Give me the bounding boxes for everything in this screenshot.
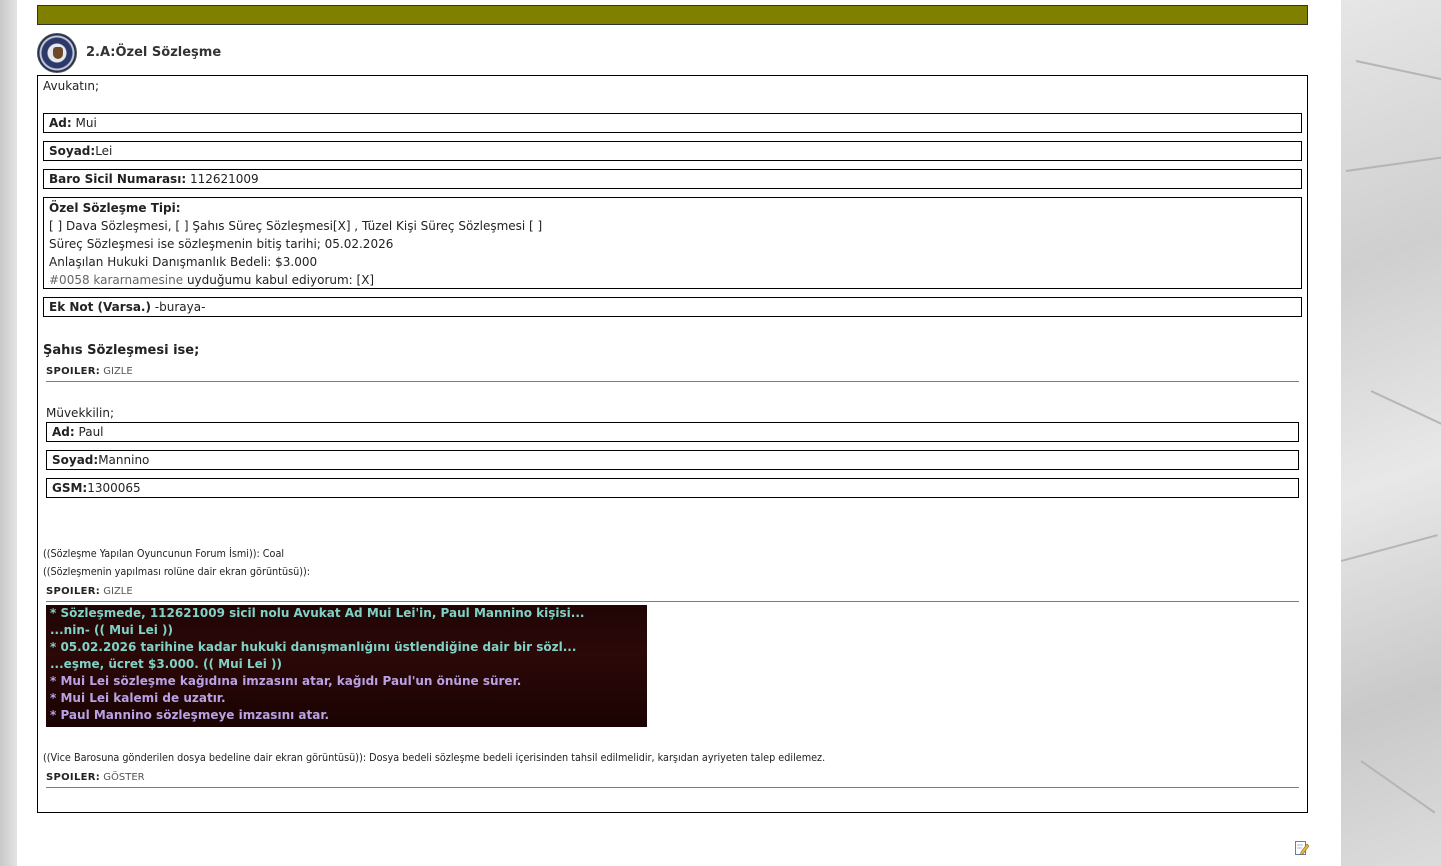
decree-acceptance-text: uyduğumu kabul ediyorum: [X]: [183, 273, 375, 287]
client-gsm-value: 1300065: [87, 481, 141, 495]
client-gsm-field: GSM:1300065: [46, 478, 1299, 498]
client-name-value: Paul: [78, 425, 104, 439]
page-background-left: [0, 0, 17, 866]
client-surname-label: Soyad:: [52, 453, 99, 467]
contract-fee: Anlaşılan Hukuki Danışmanlık Bedeli: $3.…: [49, 255, 318, 269]
chat-line: * Mui Lei sözleşme kağıdına imzasını ata…: [50, 674, 522, 688]
client-section-label: Müvekkilin;: [46, 406, 114, 420]
chat-line: ...eşme, ücret $3.000. (( Mui Lei )): [50, 657, 282, 671]
decree-link[interactable]: #0058 kararnamesine: [49, 273, 183, 287]
forum-post-page: 2.A:Özel Sözleşme Avukatın; Ad: Mui Soya…: [17, 0, 1341, 866]
spoiler-fee[interactable]: SPOILER: GÖSTER: [46, 771, 1299, 788]
contract-end-date: Süreç Sözleşmesi ise sözleşmenin bitiş t…: [49, 237, 394, 251]
fee-screenshot-line: ((Vice Barosuna gönderilen dosya bedelin…: [43, 752, 826, 764]
lawyer-surname-value: Lei: [95, 144, 113, 158]
contract-form-container: Avukatın; Ad: Mui Soyad:Lei Baro Sicil N…: [37, 75, 1308, 813]
personal-contract-heading: Şahıs Sözleşmesi ise;: [43, 343, 200, 358]
spoiler-roleplay[interactable]: SPOILER: GIZLE: [46, 585, 1299, 602]
spoiler-roleplay-key: SPOILER:: [46, 586, 101, 597]
forum-name-line: ((Sözleşme Yapılan Oyuncunun Forum İsmi)…: [43, 548, 285, 560]
extra-note-field: Ek Not (Varsa.) -buraya-: [43, 297, 1302, 317]
chat-line: ...nin- (( Mui Lei )): [50, 623, 173, 637]
post-title: 2.A:Özel Sözleşme: [86, 45, 222, 60]
bar-number-label: Baro Sicil Numarası:: [49, 172, 187, 186]
lawyer-name-value: Mui: [75, 116, 97, 130]
post-header-bar: [37, 5, 1308, 25]
chat-line: * Sözleşmede, 112621009 sicil nolu Avuka…: [50, 606, 585, 620]
spoiler-fee-key: SPOILER:: [46, 772, 101, 783]
roleplay-chat-screenshot: * Sözleşmede, 112621009 sicil nolu Avuka…: [46, 605, 647, 727]
contract-type-options: [ ] Dava Sözleşmesi, [ ] Şahıs Süreç Söz…: [49, 219, 543, 233]
spoiler-client-toggle[interactable]: GIZLE: [103, 366, 132, 377]
spoiler-roleplay-toggle[interactable]: GIZLE: [103, 586, 132, 597]
chat-line: * 05.02.2026 tarihine kadar hukuki danış…: [50, 640, 577, 654]
roleplay-screenshot-label: ((Sözleşmenin yapılması rolüne dair ekra…: [43, 566, 311, 578]
extra-note-label: Ek Not (Varsa.): [49, 300, 151, 314]
extra-note-value: -buraya-: [150, 300, 206, 314]
client-gsm-label: GSM:: [52, 481, 88, 495]
law-firm-seal-icon: [37, 33, 77, 73]
chat-line: * Paul Mannino sözleşmeye imzasını atar.: [50, 708, 330, 722]
bar-number-field: Baro Sicil Numarası: 112621009: [43, 169, 1302, 189]
lawyer-section-label: Avukatın;: [43, 79, 99, 93]
spoiler-client[interactable]: SPOILER: GIZLE: [46, 365, 1299, 382]
spoiler-fee-toggle[interactable]: GÖSTER: [103, 772, 144, 783]
lawyer-surname-label: Soyad:: [49, 144, 96, 158]
bar-number-value: 112621009: [189, 172, 259, 186]
client-surname-field: Soyad:Mannino: [46, 450, 1299, 470]
chat-line: * Mui Lei kalemi de uzatır.: [50, 691, 226, 705]
lawyer-name-field: Ad: Mui: [43, 113, 1302, 133]
edit-post-icon[interactable]: [1295, 840, 1309, 855]
contract-type-field: Özel Sözleşme Tipi: [ ] Dava Sözleşmesi,…: [43, 197, 1302, 289]
page-background-right: [1341, 0, 1441, 866]
client-surname-value: Mannino: [98, 453, 150, 467]
client-name-field: Ad: Paul: [46, 422, 1299, 442]
client-name-label: Ad:: [52, 425, 75, 439]
lawyer-name-label: Ad:: [49, 116, 72, 130]
contract-type-label: Özel Sözleşme Tipi:: [49, 201, 181, 215]
spoiler-client-key: SPOILER:: [46, 366, 101, 377]
lawyer-surname-field: Soyad:Lei: [43, 141, 1302, 161]
decree-acceptance: #0058 kararnamesine uyduğumu kabul ediyo…: [49, 271, 1296, 289]
